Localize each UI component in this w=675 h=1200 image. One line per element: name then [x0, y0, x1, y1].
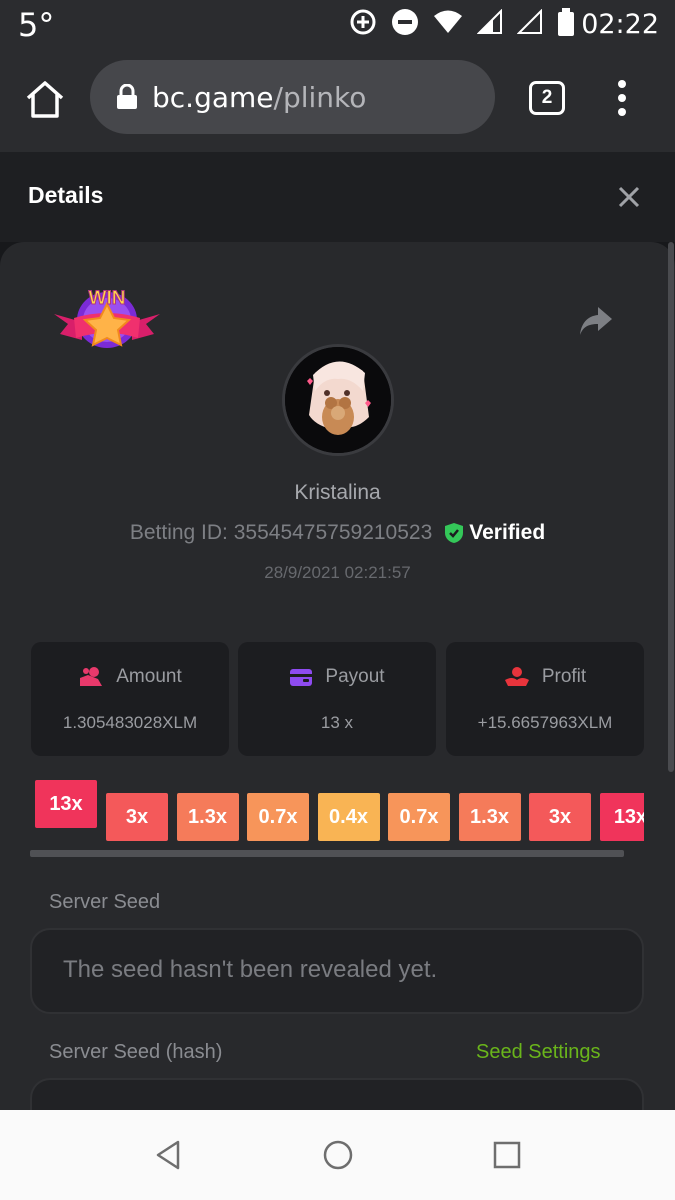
close-icon[interactable] — [616, 184, 642, 210]
amount-label: Amount — [116, 666, 182, 687]
status-icons — [349, 8, 575, 36]
recents-icon[interactable] — [490, 1138, 524, 1172]
avatar — [282, 344, 394, 456]
profit-value: +15.6657963XLM — [477, 713, 613, 732]
avatar-image — [285, 347, 391, 453]
amount-card: Amount 1.305483028XLM — [31, 642, 229, 756]
tab-switcher-button[interactable]: 2 — [529, 81, 565, 115]
seed-settings-link[interactable]: Seed Settings — [476, 1041, 601, 1064]
url-text: bc.game/plinko — [152, 81, 366, 114]
svg-text:WIN: WIN — [89, 288, 126, 309]
lock-icon — [117, 84, 137, 109]
amount-label-row: Amount — [31, 666, 229, 688]
details-header: Details — [0, 152, 675, 242]
url-domain: bc.game — [152, 80, 274, 114]
details-title: Details — [28, 182, 104, 208]
multiplier-chip: 0.7x — [247, 793, 309, 841]
battery-icon — [558, 8, 574, 36]
server-seed-field[interactable]: The seed hasn't been revealed yet. — [30, 928, 644, 1014]
verified-badge: Verified — [444, 521, 545, 545]
wifi-icon — [434, 10, 462, 33]
payout-label-row: Payout — [238, 666, 436, 688]
browser-toolbar: bc.game/plinko 2 — [0, 48, 675, 152]
betting-id: Betting ID: 35545475759210523 — [129, 521, 433, 544]
payout-label: Payout — [325, 666, 385, 687]
system-nav-bar — [0, 1110, 675, 1200]
more-menu-icon[interactable] — [612, 78, 632, 118]
payout-rail — [30, 850, 624, 857]
server-seed-value: The seed hasn't been revealed yet. — [63, 956, 438, 983]
home-icon[interactable] — [24, 78, 66, 120]
verified-label: Verified — [469, 521, 546, 544]
multiplier-chip: 3x — [106, 793, 168, 841]
profit-label-row: Profit — [446, 666, 644, 688]
betting-id-row: Betting ID: 35545475759210523 Verified — [0, 521, 675, 545]
payout-multipliers: 13x 3x 1.3x 0.7x 0.4x 0.7x 1.3x 3x 13x — [34, 778, 644, 844]
win-star-icon: WIN — [54, 288, 160, 348]
verified-shield-icon — [445, 523, 464, 543]
scrollbar[interactable] — [668, 242, 674, 772]
profit-hand-icon — [504, 667, 529, 686]
signal-empty-icon — [517, 9, 542, 34]
amount-value: 1.305483028XLM — [62, 713, 198, 732]
signal-icon — [477, 9, 502, 34]
multiplier-chip: 1.3x — [458, 793, 521, 841]
data-saver-icon — [350, 9, 376, 35]
bet-datetime: 28/9/2021 02:21:57 — [264, 563, 411, 582]
server-seed-hash-label: Server Seed (hash) — [49, 1041, 223, 1063]
multiplier-chip: 0.4x — [317, 793, 380, 841]
do-not-disturb-icon — [392, 9, 418, 35]
payout-card: Payout 13 x — [238, 642, 436, 756]
payout-value: 13 x — [320, 713, 354, 732]
profit-card: Profit +15.6657963XLM — [446, 642, 644, 756]
address-bar[interactable]: bc.game/plinko — [90, 60, 495, 134]
multiplier-chip: 13x — [599, 793, 644, 841]
back-icon[interactable] — [152, 1138, 186, 1172]
multiplier-chip: 13x — [35, 780, 97, 828]
win-badge: WIN — [52, 282, 162, 364]
multiplier-chip: 1.3x — [176, 793, 239, 841]
money-hand-icon — [80, 667, 103, 686]
status-bar: 5° 02:22 — [0, 0, 675, 48]
wallet-icon — [290, 669, 313, 686]
multiplier-chip: 0.7x — [388, 793, 450, 841]
multiplier-chip: 3x — [529, 793, 591, 841]
profit-label: Profit — [541, 666, 587, 687]
username: Kristalina — [294, 481, 381, 504]
temperature: 5° — [18, 6, 55, 44]
share-icon[interactable] — [578, 305, 614, 337]
clock: 02:22 — [581, 9, 659, 40]
home-circle-icon[interactable] — [321, 1138, 355, 1172]
server-seed-label: Server Seed — [49, 891, 161, 913]
url-path: /plinko — [273, 80, 367, 114]
